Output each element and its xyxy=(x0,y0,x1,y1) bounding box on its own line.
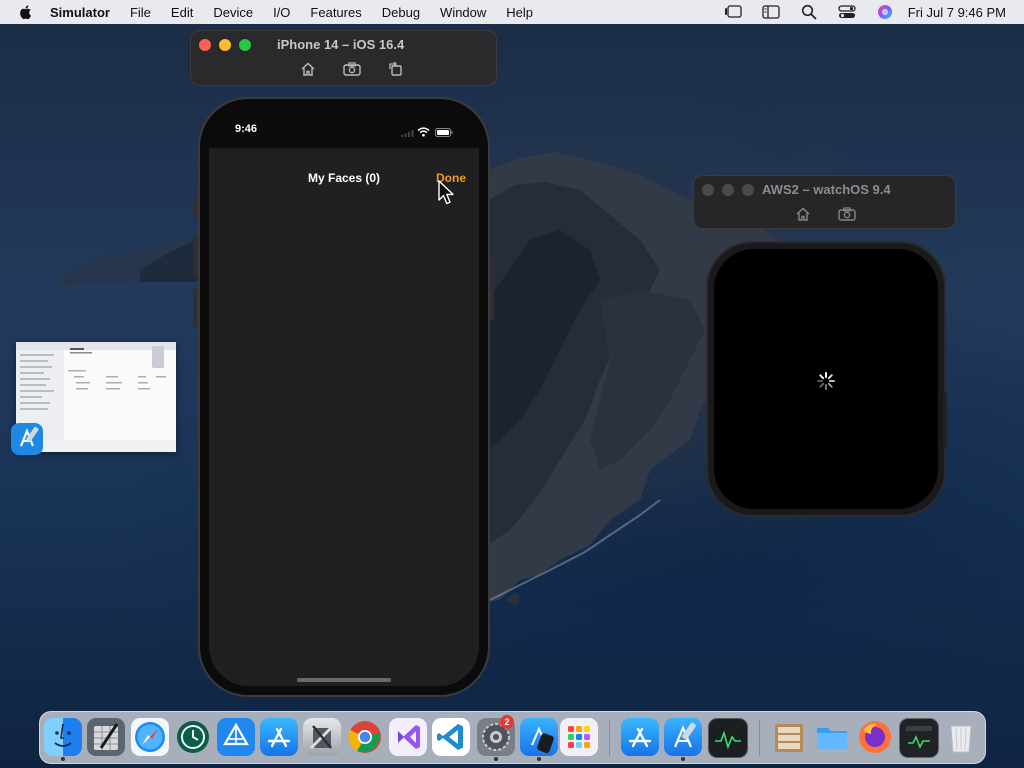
chrome-icon[interactable] xyxy=(346,718,384,756)
system-utility-icon[interactable] xyxy=(303,718,341,756)
rotate-icon[interactable] xyxy=(387,61,405,77)
app-store-icon[interactable] xyxy=(260,718,298,756)
iphone-window-title: iPhone 14 – iOS 16.4 xyxy=(277,37,405,52)
mouse-pointer-icon xyxy=(438,180,454,205)
xcode-icon xyxy=(11,423,43,455)
watch-screen[interactable] xyxy=(714,249,938,509)
volume-down-button[interactable] xyxy=(193,288,197,328)
apple-watch-device-frame xyxy=(706,241,946,517)
running-indicator xyxy=(681,757,685,761)
launchpad-icon[interactable] xyxy=(560,718,598,756)
visual-studio-icon[interactable] xyxy=(389,718,427,756)
watch-side-button[interactable] xyxy=(943,392,947,448)
home-indicator[interactable] xyxy=(297,678,391,682)
running-indicator xyxy=(494,757,498,761)
iphone-simulator-toolbar[interactable]: iPhone 14 – iOS 16.4 xyxy=(190,30,497,86)
zoom-window-button[interactable] xyxy=(239,39,251,51)
dock-separator xyxy=(759,720,760,756)
app-store-connect-icon[interactable] xyxy=(621,718,659,756)
running-indicator xyxy=(537,757,541,761)
side-power-button[interactable] xyxy=(490,256,494,320)
console-icon[interactable] xyxy=(899,718,939,758)
loading-spinner-icon xyxy=(817,372,835,390)
ringer-switch xyxy=(193,196,197,218)
firefox-icon[interactable] xyxy=(856,718,894,756)
watch-window-title: AWS2 – watchOS 9.4 xyxy=(762,182,891,197)
close-window-button[interactable] xyxy=(702,184,714,196)
home-icon[interactable] xyxy=(794,206,812,222)
home-icon[interactable] xyxy=(299,61,317,77)
screenshot-icon[interactable] xyxy=(838,206,856,222)
minimize-window-button[interactable] xyxy=(722,184,734,196)
status-time: 9:46 xyxy=(235,123,258,135)
finder-icon[interactable] xyxy=(44,718,82,756)
status-bar: 9:46 xyxy=(209,108,479,148)
my-faces-sheet xyxy=(209,150,479,686)
watch-simulator-toolbar[interactable]: AWS2 – watchOS 9.4 xyxy=(693,175,956,229)
trash-icon[interactable] xyxy=(942,718,980,756)
volume-up-button[interactable] xyxy=(193,236,197,276)
folder-icon[interactable] xyxy=(813,718,851,756)
dock: 2 xyxy=(39,711,986,764)
notification-badge: 2 xyxy=(500,715,514,729)
activity-monitor-icon[interactable] xyxy=(708,718,748,758)
zoom-window-button[interactable] xyxy=(742,184,754,196)
simulator-icon[interactable] xyxy=(520,718,558,756)
safari-icon[interactable] xyxy=(131,718,169,756)
archive-utility-icon[interactable] xyxy=(770,718,808,756)
vscode-icon[interactable] xyxy=(432,718,470,756)
xcode-icon[interactable] xyxy=(664,718,702,756)
transporter-icon[interactable] xyxy=(217,718,255,756)
wifi-icon xyxy=(417,124,430,142)
dock-separator xyxy=(609,720,610,756)
time-machine-icon[interactable] xyxy=(174,718,212,756)
running-indicator xyxy=(61,757,65,761)
script-editor-icon[interactable] xyxy=(87,718,125,756)
battery-icon xyxy=(435,124,453,142)
minimize-window-button[interactable] xyxy=(219,39,231,51)
close-window-button[interactable] xyxy=(199,39,211,51)
screenshot-icon[interactable] xyxy=(343,61,361,77)
xcode-window-thumbnail[interactable] xyxy=(11,342,176,455)
cellular-icon xyxy=(401,124,415,142)
